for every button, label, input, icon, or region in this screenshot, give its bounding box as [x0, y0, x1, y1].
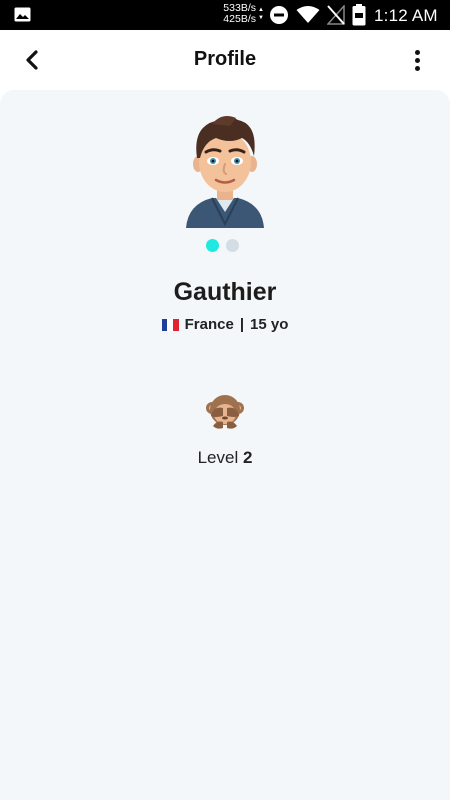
page-title: Profile [193, 48, 257, 70]
profile-card: Gauthier France | 15 yo Level 2 [0, 90, 450, 800]
level-label: Level [197, 448, 239, 467]
user-age: 15 yo [250, 316, 289, 333]
level-value: 2 [242, 448, 253, 467]
network-speed: 533B/s 425B/s [216, 3, 256, 25]
avatar-carousel-indicator[interactable] [206, 239, 239, 252]
app-header: Profile [0, 30, 450, 90]
user-name: Gauthier [173, 278, 277, 306]
gallery-icon [14, 7, 31, 22]
france-flag-icon [161, 318, 179, 331]
data-arrows-icon: ▲ ▼ [258, 7, 264, 21]
status-bar: 533B/s 425B/s ▲ ▼ 1:12 AM [0, 0, 450, 30]
more-options-button[interactable] [404, 46, 430, 74]
bitmoji-avatar[interactable] [182, 112, 268, 228]
user-meta: France | 15 yo [0, 316, 450, 333]
user-country: France [184, 316, 234, 333]
carousel-dot[interactable] [226, 239, 239, 252]
meta-separator: | [239, 316, 245, 333]
signal-off-icon [327, 5, 345, 25]
battery-icon [352, 4, 366, 26]
do-not-disturb-icon [270, 6, 288, 24]
status-time: 1:12 AM [374, 6, 438, 25]
see-no-evil-monkey-icon [206, 395, 244, 429]
more-vertical-icon [414, 49, 420, 55]
wifi-icon [296, 6, 320, 23]
carousel-dot-active[interactable] [206, 239, 219, 252]
level-display: Level 2 [0, 448, 450, 468]
speed-up: 425B/s [223, 13, 256, 25]
